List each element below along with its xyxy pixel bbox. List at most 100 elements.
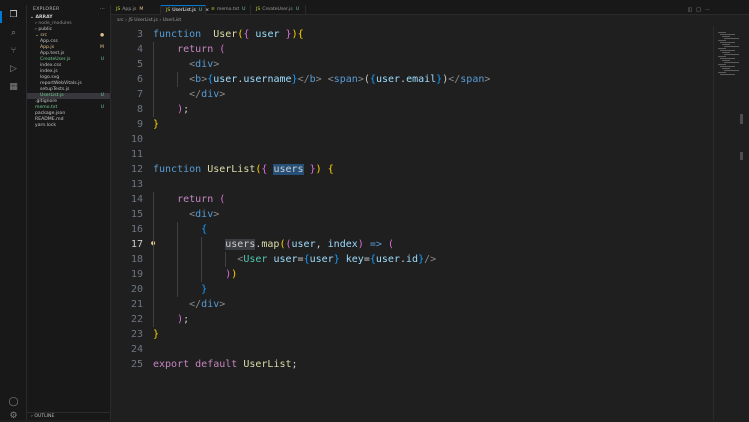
chevron-right-icon: › — [31, 414, 33, 419]
indent-guide — [201, 237, 203, 282]
code-line[interactable]: 13 — [111, 177, 713, 192]
indent-guide — [177, 72, 179, 87]
tree-item-label: memo.txt — [35, 105, 58, 110]
code-line[interactable]: 12 function UserList({ users }) { — [111, 162, 713, 177]
tab-memo-txt[interactable]: ≡ memo.txt U — [206, 5, 251, 15]
tab-status: U — [242, 7, 246, 12]
code-line[interactable]: 16 { — [111, 222, 713, 237]
minimap-line — [720, 58, 735, 59]
code-line[interactable]: 15 <div> — [111, 207, 713, 222]
code-text: ); — [177, 314, 190, 325]
code-text: { — [201, 224, 208, 235]
code-text: function User({ user }){ — [153, 29, 304, 40]
code-line[interactable]: 7 </div> — [111, 87, 713, 102]
breadcrumb: src › JS UserList.js › UserList — [111, 16, 717, 26]
code-text: } — [153, 119, 160, 130]
code-line[interactable]: 4 return ( — [111, 42, 713, 57]
activity-bar: ❐ ⌕ ⑂ ▷ ▦ ◯ ⚙ — [0, 5, 27, 422]
run-debug-icon[interactable]: ▷ — [8, 64, 19, 75]
tab-createuser-js[interactable]: JS CreateUser.js U — [251, 5, 306, 15]
gear-icon[interactable]: ⚙ — [8, 411, 19, 422]
code-text: <b>{user.username}</b> <span>({user.emai… — [189, 74, 491, 85]
minimap-line — [718, 40, 726, 41]
minimap-line — [724, 62, 739, 63]
tree-item-label: App.css — [40, 39, 58, 44]
minimap-line — [724, 54, 739, 55]
more-icon[interactable]: ⋯ — [705, 7, 714, 13]
scroll-marker — [740, 114, 743, 124]
line-number: 10 — [130, 134, 143, 145]
minimap-line — [718, 64, 726, 65]
code-line[interactable]: 22 ); — [111, 312, 713, 327]
search-icon[interactable]: ⌕ — [8, 28, 19, 39]
tree-item[interactable]: yarn.lock — [27, 123, 110, 129]
tab-label: CreateUser.js — [262, 7, 293, 12]
file-type-icon: JS — [256, 7, 261, 12]
root-folder-label: ARRAY — [35, 15, 53, 20]
file-type-icon: ≡ — [211, 7, 215, 12]
editor-tabs: ◫□⋯ JS App.js M JS UserList.js U × ≡ memo.txt U JS… — [111, 5, 749, 15]
breadcrumb-item[interactable]: UserList — [163, 18, 182, 23]
line-number: 12 — [130, 164, 143, 175]
outline-section[interactable]: › OUTLINE — [27, 412, 110, 420]
code-line[interactable]: 23} — [111, 327, 713, 342]
line-number: 15 — [130, 209, 143, 220]
tree-item-label: UserList.js — [40, 93, 64, 98]
code-line[interactable]: 5 <div> — [111, 57, 713, 72]
line-number: 4 — [136, 44, 143, 55]
code-line[interactable]: 11 — [111, 147, 713, 162]
line-number: 25 — [130, 359, 143, 370]
minimap-line — [718, 48, 726, 49]
tree-item-label: src — [40, 33, 48, 38]
breadcrumb-item[interactable]: src — [117, 18, 124, 23]
account-icon[interactable]: ◯ — [8, 397, 19, 408]
indent-guide — [153, 192, 154, 327]
tree-item-label: logo.svg — [40, 75, 60, 80]
line-number: 8 — [136, 104, 143, 115]
code-line[interactable]: 14 return ( — [111, 192, 713, 207]
minimap-line — [724, 70, 739, 71]
code-line[interactable]: 10 — [111, 132, 713, 147]
line-number: 23 — [130, 329, 143, 340]
line-number: 24 — [130, 344, 143, 355]
layout-icon[interactable]: □ — [696, 7, 705, 13]
outline-label: OUTLINE — [34, 414, 55, 419]
code-text: </div> — [189, 299, 226, 310]
code-line[interactable]: 3 function User({ user }){ — [111, 27, 713, 42]
line-number: 16 — [130, 224, 143, 235]
source-control-icon[interactable]: ⑂ — [8, 46, 19, 57]
tree-item-label: .gitignore — [35, 99, 57, 104]
tab-status: U — [198, 8, 203, 13]
code-line[interactable]: 25 export default UserList; — [111, 357, 713, 372]
minimap-line — [722, 60, 730, 61]
code-line[interactable]: 6 <b>{user.username}</b> <span>({user.em… — [111, 72, 713, 87]
code-text: <div> — [189, 59, 220, 70]
code-line[interactable]: 24 — [111, 342, 713, 357]
explorer-icon[interactable]: ❐ — [8, 10, 19, 21]
more-actions-icon[interactable]: ··· — [100, 5, 105, 15]
minimap[interactable] — [713, 26, 749, 420]
tab-label: memo.txt — [216, 7, 240, 12]
tree-item-label: yarn.lock — [35, 123, 56, 128]
indent-guide — [153, 42, 154, 117]
tab-userlist-js[interactable]: JS UserList.js U × — [161, 5, 209, 15]
extensions-icon[interactable]: ▦ — [8, 82, 19, 93]
code-line[interactable]: 9} — [111, 117, 713, 132]
code-line[interactable]: 20 } — [111, 282, 713, 297]
code-line[interactable]: 21 </div> — [111, 297, 713, 312]
tab-app-js[interactable]: JS App.js M — [111, 5, 161, 15]
code-text: } — [201, 284, 208, 295]
split-editor-icon[interactable]: ◫ — [688, 7, 697, 13]
minimap-line — [722, 68, 730, 69]
tree-item-label: setupTests.js — [40, 87, 70, 92]
file-type-icon: JS — [116, 7, 121, 12]
code-line[interactable]: 8 ); — [111, 102, 713, 117]
code-text: return ( — [177, 44, 226, 55]
breadcrumb-item[interactable]: JS UserList.js — [128, 18, 157, 23]
tree-item-label: reportWebVitals.js — [40, 81, 82, 86]
line-number: 14 — [130, 194, 143, 205]
line-number: 6 — [136, 74, 143, 85]
code-editor[interactable]: 3 function User({ user }){4 return (5 <di… — [111, 26, 713, 420]
tree-item-label: README.md — [35, 117, 64, 122]
minimap-line — [720, 74, 735, 75]
